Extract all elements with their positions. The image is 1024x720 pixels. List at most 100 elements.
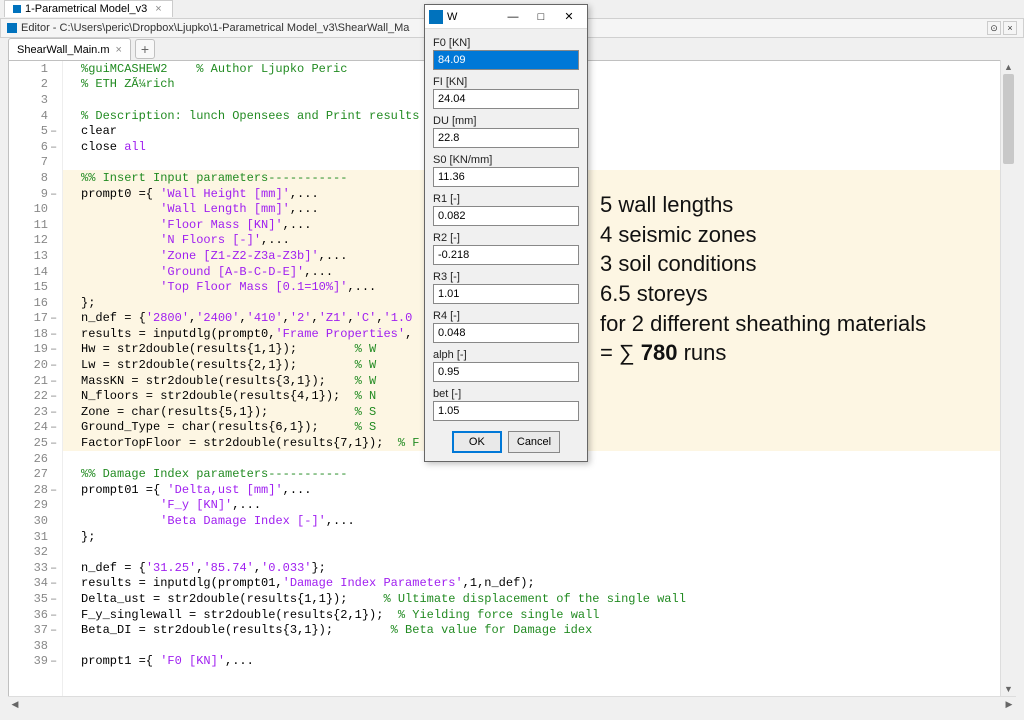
line-number: 14 [9, 264, 62, 280]
scroll-down-arrow-icon[interactable]: ▼ [1001, 682, 1016, 696]
ok-button[interactable]: OK [452, 431, 502, 453]
dialog-app-icon [429, 10, 443, 24]
line-number: 19– [9, 342, 62, 358]
line-number: 36– [9, 607, 62, 623]
line-number: 17– [9, 311, 62, 327]
editor-title-text: Editor - C:\Users\peric\Dropbox\Ljupko\1… [21, 22, 409, 34]
scroll-up-arrow-icon[interactable]: ▲ [1001, 60, 1016, 74]
line-number: 10 [9, 201, 62, 217]
annotation-line: 5 wall lengths [600, 190, 926, 220]
line-number: 31 [9, 529, 62, 545]
field-input-f0[interactable] [433, 50, 579, 70]
line-number: 25– [9, 435, 62, 451]
line-number: 11 [9, 217, 62, 233]
line-number: 27 [9, 466, 62, 482]
field-input-alph[interactable] [433, 362, 579, 382]
dialog-maximize-button[interactable]: □ [527, 7, 555, 27]
outer-window-tab-close[interactable]: × [155, 3, 161, 15]
line-number: 4 [9, 108, 62, 124]
field-label: R3 [-] [433, 271, 579, 283]
line-number: 39– [9, 654, 62, 670]
field-label: DU [mm] [433, 115, 579, 127]
new-tab-button[interactable]: + [135, 39, 155, 59]
file-tab-close-icon[interactable]: × [116, 44, 122, 56]
annotation-total: = ∑ 780 runs [600, 338, 926, 368]
code-line[interactable] [63, 638, 1003, 654]
outer-window-tab-label: 1-Parametrical Model_v3 [25, 3, 147, 15]
field-label: F0 [KN] [433, 37, 579, 49]
line-number: 33– [9, 560, 62, 576]
annotation-line: 3 soil conditions [600, 249, 926, 279]
code-line[interactable]: results = inputdlg(prompt01,'Damage Inde… [63, 576, 1003, 592]
vertical-scrollbar[interactable]: ▲ ▼ [1000, 60, 1016, 696]
line-number: 8 [9, 170, 62, 186]
scroll-right-arrow-icon[interactable]: ▶ [1002, 697, 1016, 712]
dialog-body: F0 [KN]FI [KN]DU [mm]S0 [KN/mm]R1 [-]R2 … [425, 29, 587, 425]
code-line[interactable]: n_def = {'31.25','85.74','0.033'}; [63, 560, 1003, 576]
line-number: 32 [9, 544, 62, 560]
code-line[interactable]: Beta_DI = str2double(results{3,1}); % Be… [63, 622, 1003, 638]
code-line[interactable] [63, 544, 1003, 560]
scroll-left-arrow-icon[interactable]: ◀ [8, 697, 22, 712]
line-number: 15 [9, 279, 62, 295]
field-label: alph [-] [433, 349, 579, 361]
field-input-du[interactable] [433, 128, 579, 148]
line-number: 26 [9, 451, 62, 467]
line-number: 5– [9, 123, 62, 139]
editor-close-button[interactable]: × [1003, 21, 1017, 35]
field-label: R2 [-] [433, 232, 579, 244]
horizontal-scrollbar[interactable]: ◀ ▶ [8, 696, 1016, 712]
field-input-r3[interactable] [433, 284, 579, 304]
annotation-overlay: 5 wall lengths 4 seismic zones 3 soil co… [600, 190, 926, 368]
editor-restore-button[interactable]: ⊙ [987, 21, 1001, 35]
line-number: 34– [9, 576, 62, 592]
line-number: 23– [9, 404, 62, 420]
line-number: 7 [9, 155, 62, 171]
dialog-button-row: OK Cancel [425, 425, 587, 461]
dialog-minimize-button[interactable]: — [499, 7, 527, 27]
line-number: 28– [9, 482, 62, 498]
vertical-scroll-thumb[interactable] [1003, 74, 1014, 164]
field-input-fi[interactable] [433, 89, 579, 109]
field-label: R4 [-] [433, 310, 579, 322]
code-line[interactable]: Delta_ust = str2double(results{1,1}); % … [63, 591, 1003, 607]
code-line[interactable]: 'Beta Damage Index [-]',... [63, 513, 1003, 529]
line-number: 20– [9, 357, 62, 373]
file-tab-label: ShearWall_Main.m [17, 44, 110, 56]
line-number: 12 [9, 233, 62, 249]
code-line[interactable]: }; [63, 529, 1003, 545]
cancel-button[interactable]: Cancel [508, 431, 560, 453]
outer-window-tab[interactable]: 1-Parametrical Model_v3 × [4, 0, 173, 17]
input-dialog: W — □ ✕ F0 [KN]FI [KN]DU [mm]S0 [KN/mm]R… [424, 4, 588, 462]
code-line[interactable]: F_y_singlewall = str2double(results{2,1}… [63, 607, 1003, 623]
field-input-s0[interactable] [433, 167, 579, 187]
code-line[interactable]: 'F_y [KN]',... [63, 498, 1003, 514]
line-gutter: 12345–6–789–1011121314151617–18–19–20–21… [9, 61, 63, 711]
line-number: 38 [9, 638, 62, 654]
code-line[interactable]: prompt01 ={ 'Delta,ust [mm]',... [63, 482, 1003, 498]
line-number: 18– [9, 326, 62, 342]
code-line[interactable]: %% Damage Index parameters----------- [63, 466, 1003, 482]
field-input-r4[interactable] [433, 323, 579, 343]
code-line[interactable]: prompt1 ={ 'F0 [KN]',... [63, 654, 1003, 670]
field-label: FI [KN] [433, 76, 579, 88]
field-input-r1[interactable] [433, 206, 579, 226]
field-label: bet [-] [433, 388, 579, 400]
dialog-titlebar[interactable]: W — □ ✕ [425, 5, 587, 29]
line-number: 37– [9, 622, 62, 638]
line-number: 30 [9, 513, 62, 529]
file-tab-shearwall[interactable]: ShearWall_Main.m × [8, 38, 131, 60]
line-number: 22– [9, 388, 62, 404]
line-number: 3 [9, 92, 62, 108]
dialog-close-button[interactable]: ✕ [555, 7, 583, 27]
line-number: 16 [9, 295, 62, 311]
line-number: 24– [9, 420, 62, 436]
field-input-bet[interactable] [433, 401, 579, 421]
annotation-line: 6.5 storeys [600, 279, 926, 309]
annotation-line: 4 seismic zones [600, 220, 926, 250]
field-input-r2[interactable] [433, 245, 579, 265]
line-number: 9– [9, 186, 62, 202]
dialog-title-text: W [447, 11, 499, 23]
field-label: R1 [-] [433, 193, 579, 205]
line-number: 2 [9, 77, 62, 93]
